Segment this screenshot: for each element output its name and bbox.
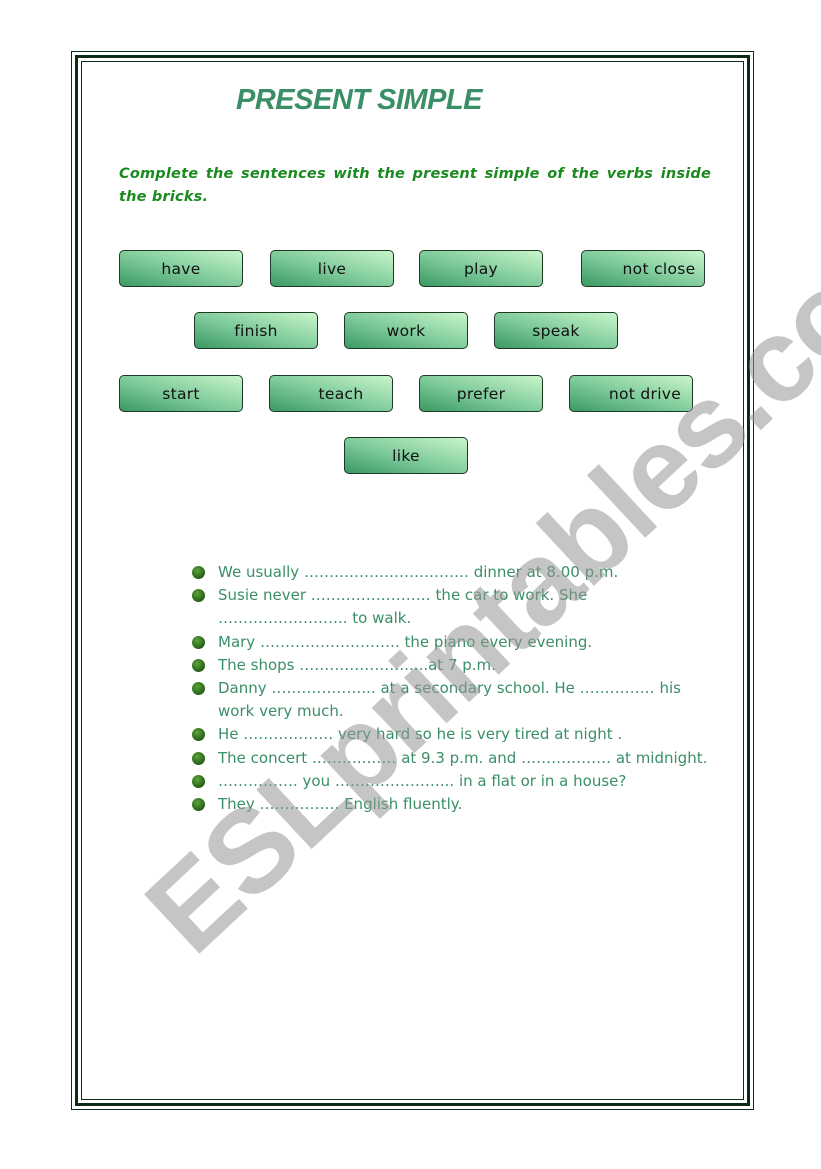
- green-ball-bullet-icon: [192, 728, 205, 742]
- verb-brick-start: start: [119, 375, 243, 412]
- verb-brick-speak: speak: [494, 312, 618, 349]
- verb-brick-like: like: [344, 437, 468, 474]
- green-ball-bullet-icon: [192, 635, 205, 649]
- sentence-text: We usually …………………………… dinner at 8.00 p.…: [218, 563, 619, 581]
- sentence-text: Danny ………………... at a secondary school. H…: [218, 679, 681, 721]
- brick-label: have: [161, 259, 201, 278]
- verb-brick-play: play: [419, 250, 543, 287]
- verb-brick-work: work: [344, 312, 468, 349]
- green-ball-bullet-icon: [192, 798, 205, 812]
- exercise-item: Danny ………………... at a secondary school. H…: [192, 677, 712, 723]
- brick-label: live: [317, 259, 347, 278]
- green-ball-bullet-icon: [192, 751, 205, 765]
- sentence-text: The shops ………………….....at 7 p.m.: [218, 655, 496, 674]
- exercise-item: We usually …………………………… dinner at 8.00 p.…: [192, 561, 712, 584]
- brick-label: finish: [234, 321, 278, 340]
- exercise-list: We usually …………………………… dinner at 8.00 p.…: [192, 561, 712, 816]
- exercise-item: The concert ………..…… at 9.3 p.m. and ……………: [192, 747, 712, 770]
- sentence-text: He ……………… very hard so he is very tired …: [218, 725, 623, 744]
- worksheet-title: PRESENT SIMPLE: [236, 84, 483, 116]
- exercise-item: Susie never …………………… the car to work. Sh…: [192, 584, 712, 630]
- sentence-text: ……………. you …………………... in a flat or in a …: [218, 771, 627, 790]
- brick-label: start: [162, 384, 200, 403]
- verb-brick-not-close: not close: [581, 250, 705, 287]
- exercise-item: The shops ………………….....at 7 p.m.: [192, 654, 712, 677]
- sentence-text: The concert ………..…… at 9.3 p.m. and ……………: [218, 748, 708, 767]
- exercise-item: ……………. you …………………... in a flat or in a …: [192, 770, 712, 793]
- green-ball-bullet-icon: [192, 589, 205, 603]
- green-ball-bullet-icon: [192, 774, 205, 788]
- green-ball-bullet-icon: [192, 682, 205, 696]
- brick-label: teach: [318, 384, 364, 403]
- verb-brick-not-drive: not drive: [569, 375, 693, 412]
- brick-label: not close: [622, 259, 696, 278]
- exercise-item: He ……………… very hard so he is very tired …: [192, 723, 712, 746]
- green-ball-bullet-icon: [192, 566, 205, 579]
- verb-brick-live: live: [270, 250, 394, 287]
- sentence-text: Susie never …………………… the car to work. Sh…: [218, 586, 588, 628]
- verb-brick-teach: teach: [269, 375, 393, 412]
- brick-label: not drive: [608, 384, 682, 403]
- exercise-item: They ……………. English fluently.: [192, 793, 712, 816]
- sentence-text: Mary ………………………. the piano every evening.: [218, 632, 593, 651]
- brick-label: play: [463, 259, 499, 278]
- sentence-text: They ……………. English fluently.: [218, 795, 463, 814]
- green-ball-bullet-icon: [192, 658, 205, 672]
- brick-label: prefer: [456, 384, 506, 403]
- brick-label: speak: [532, 321, 580, 340]
- verb-brick-finish: finish: [194, 312, 318, 349]
- brick-label: like: [392, 446, 420, 465]
- instructions-text: Complete the sentences with the present …: [119, 166, 711, 205]
- exercise-item: Mary ………………………. the piano every evening.: [192, 631, 712, 654]
- verb-brick-have: have: [119, 250, 243, 287]
- verb-brick-prefer: prefer: [419, 375, 543, 412]
- brick-label: work: [386, 321, 426, 340]
